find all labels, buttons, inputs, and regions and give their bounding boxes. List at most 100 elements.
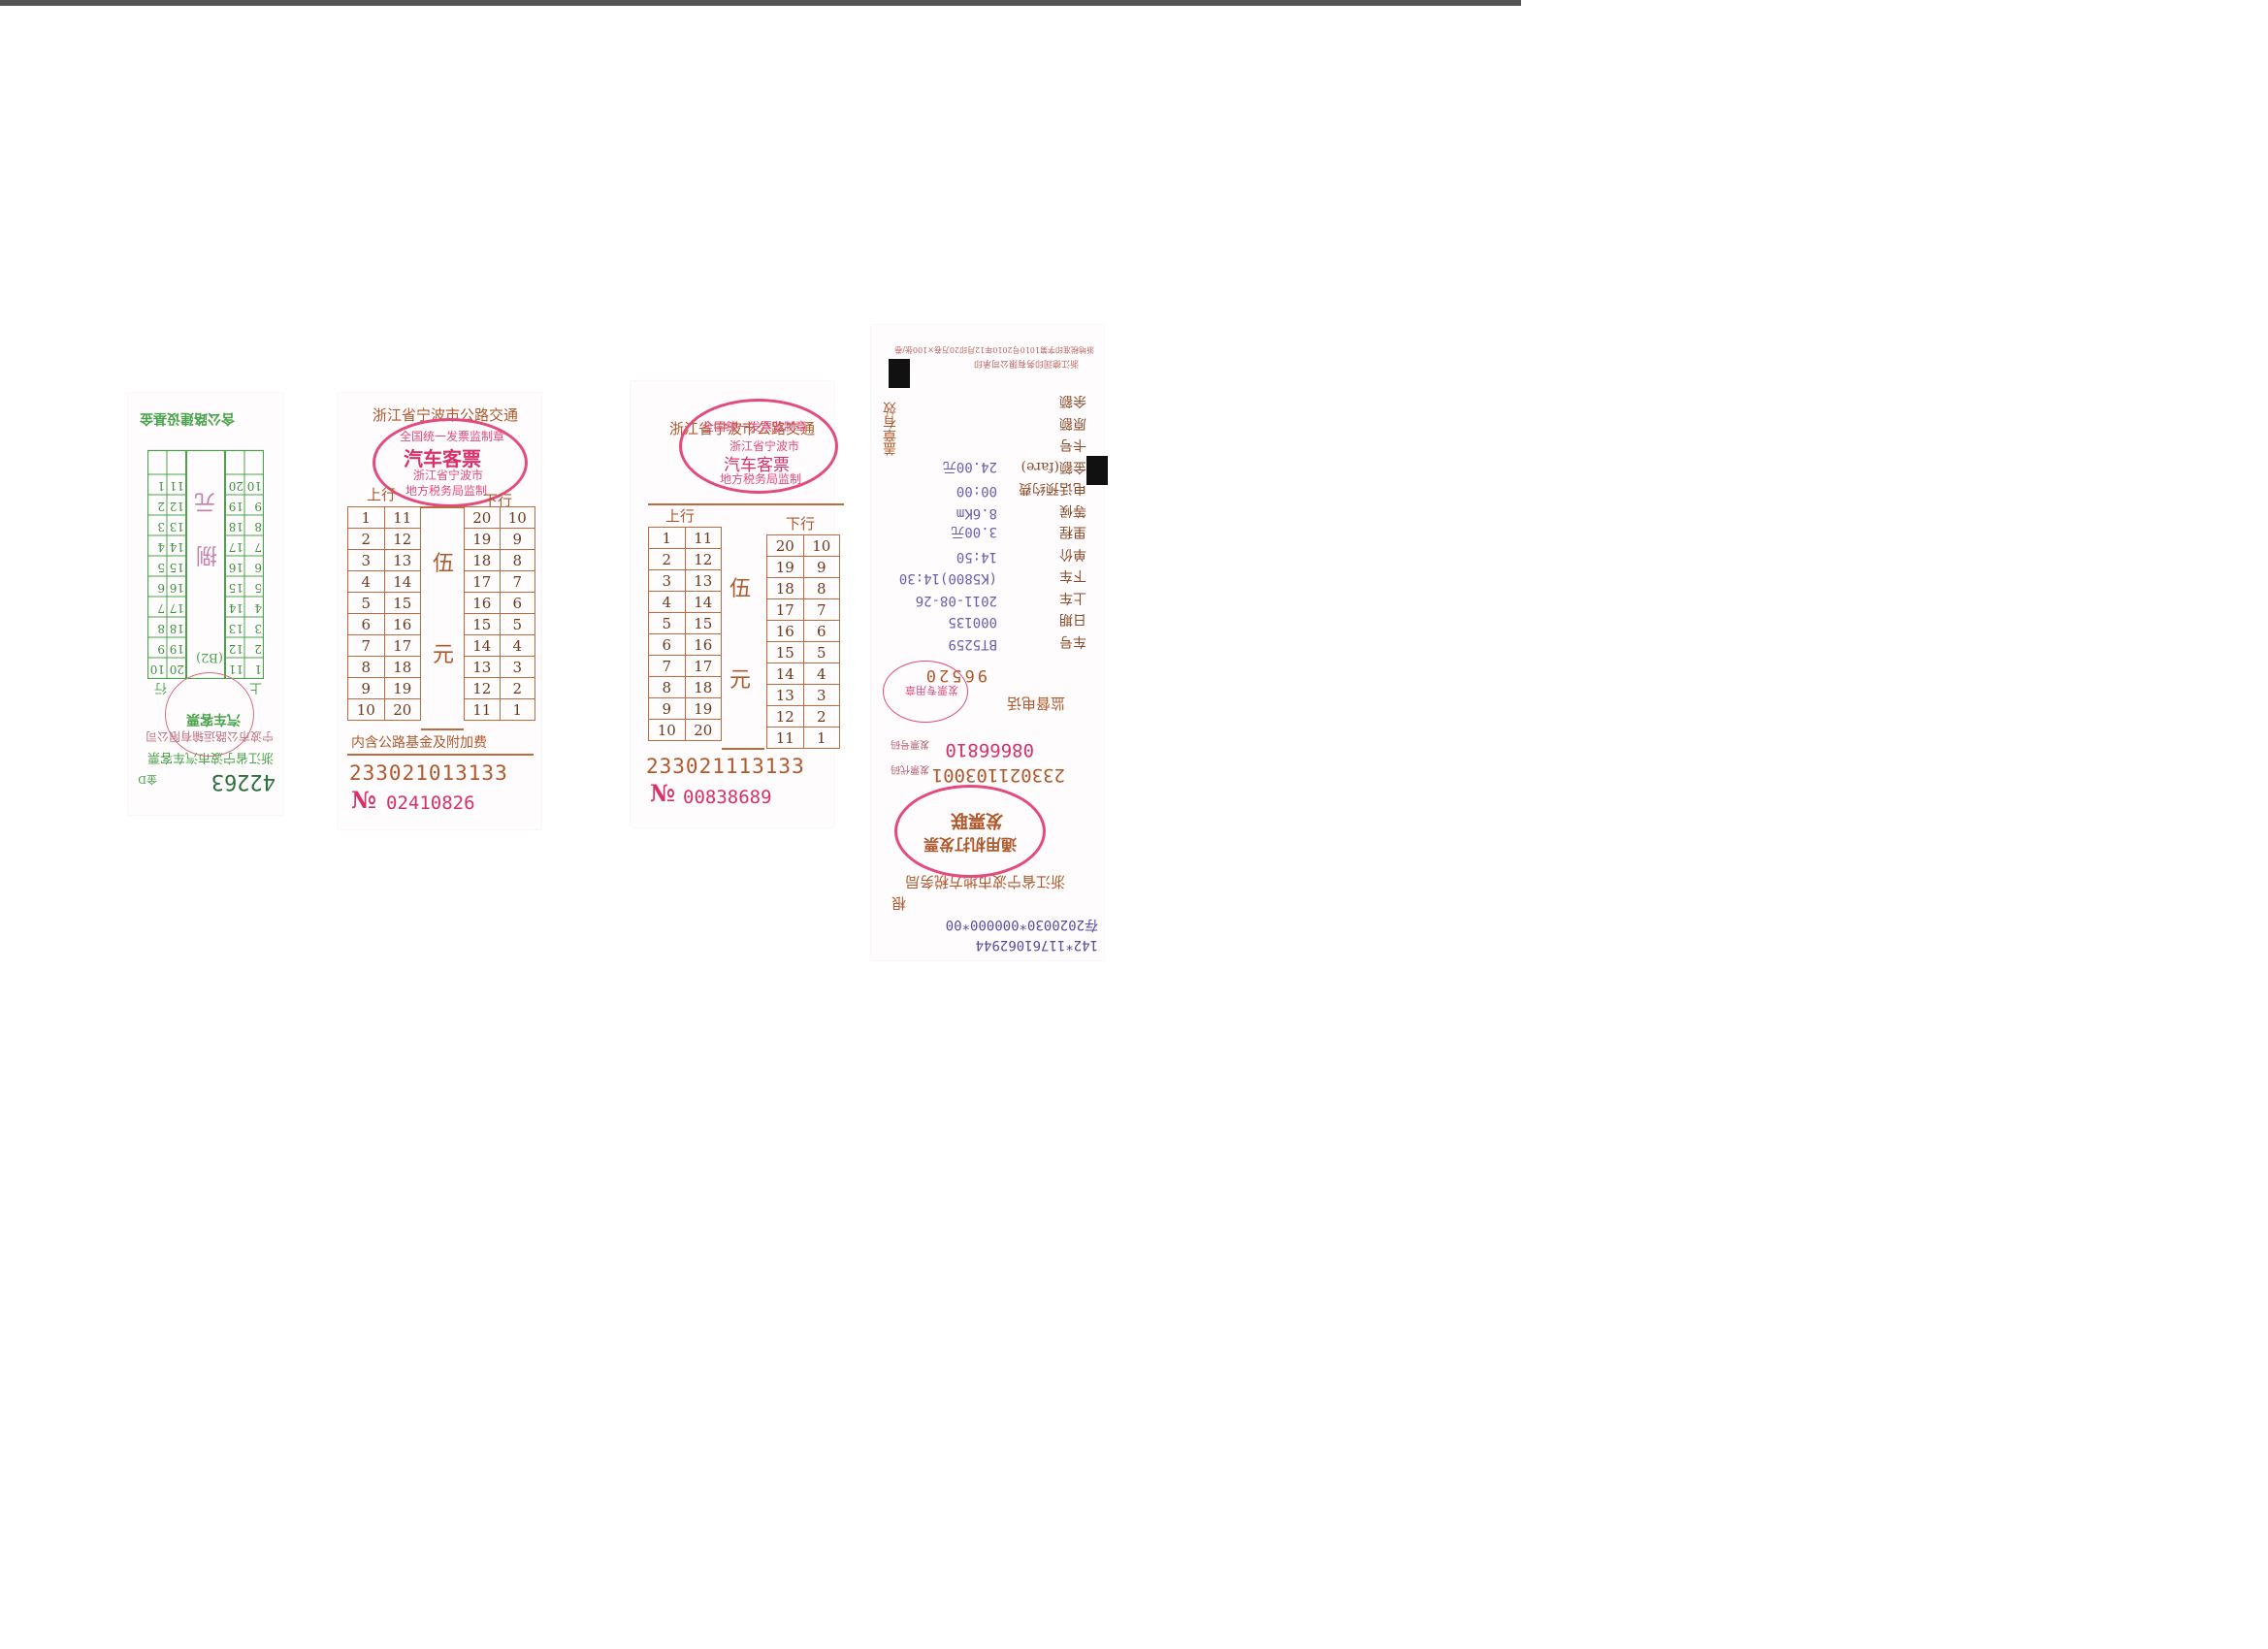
grid-cell: 17	[383, 634, 421, 657]
ticket1-cell: 7	[254, 540, 262, 554]
grid-row: 9 19	[648, 697, 722, 720]
ticket1-cell: 9	[254, 500, 262, 513]
grid-row: 111	[766, 727, 840, 749]
ticket3-label-up: 上行	[665, 507, 696, 525]
grid-cell: 14	[684, 591, 722, 613]
grid-cell: 13	[766, 684, 804, 706]
ticket2-label-up: 上行	[367, 486, 397, 503]
scan-top-edge	[0, 0, 1521, 6]
grid-row: 111	[347, 506, 421, 529]
ticket1-cell: 17	[228, 540, 243, 554]
grid-cell: 6	[499, 592, 535, 614]
receipt-row-value: 00:00	[956, 483, 997, 500]
ticket1-cell: 12	[169, 500, 184, 513]
grid-cell: 11	[684, 527, 722, 549]
receipt-row-label: 上车	[1059, 590, 1086, 605]
grid-cell: 18	[684, 676, 722, 698]
grid-row: 10 20	[648, 719, 722, 741]
grid-cell: 1	[648, 527, 686, 549]
grid-row: 14 4	[464, 634, 535, 657]
receipt-row-label: 等候	[1059, 502, 1086, 518]
grid-cell: 19	[383, 677, 421, 699]
grid-row: 16 6	[464, 592, 535, 614]
receipt-stamp-sub: 发票联	[951, 810, 1003, 830]
ticket3-stamp-bottom: 地方税务局监制	[720, 472, 802, 486]
ticket2-stamp-mid: 浙江省宁波市	[413, 469, 484, 482]
ticket1-serial: 42263	[211, 769, 275, 793]
ticket2-amount-1: 伍	[433, 552, 455, 576]
ticket1-cell: 5	[157, 561, 165, 574]
grid-cell: 2	[648, 548, 686, 570]
grid-row: 3 13	[347, 549, 421, 571]
grid-row: 12 2	[464, 677, 535, 699]
grid-cell: 3	[499, 656, 535, 678]
grid-cell: 10	[802, 534, 840, 557]
ticket1-cell: 3	[157, 520, 165, 534]
grid-cell: 7	[499, 570, 535, 593]
grid-cell: 10	[499, 506, 535, 529]
ticket1-cell: 2	[254, 642, 262, 656]
grid-row: 18 8	[766, 577, 840, 599]
receipt-row-label: 金额(fare)	[1021, 459, 1086, 474]
ticket2-code: 233021013133	[349, 761, 508, 785]
grid-cell: 12	[766, 705, 804, 728]
ticket1-cell: 6	[254, 561, 262, 574]
grid-cell: 12	[684, 548, 722, 570]
ticket2-number: 02410826	[386, 792, 475, 814]
grid-cell: 9	[347, 677, 385, 699]
grid-cell: 18	[766, 577, 804, 599]
receipt-black-mark-side	[889, 359, 910, 388]
grid-row: 6 16	[648, 633, 722, 656]
grid-cell: 14	[464, 634, 501, 657]
grid-cell: 8	[499, 549, 535, 571]
grid-row: 7 17	[648, 655, 722, 677]
grid-cell: 5	[347, 592, 385, 614]
grid-cell: 19	[684, 697, 722, 720]
ticket1-cell: 12	[228, 642, 243, 656]
bus-ticket-green: 含公路建设基金 上 行 (B2) 1234567891011	[128, 393, 283, 815]
ticket1-cell: 20	[228, 479, 243, 493]
grid-cell: 9	[802, 556, 840, 578]
ticket1-cell: 11	[169, 479, 184, 493]
ticket1-cell: 8	[254, 520, 262, 534]
receipt-stamp-title: 通用机打发票	[923, 835, 1017, 854]
ticket1-cell: 19	[169, 642, 184, 656]
ticket2-no-mark: №	[351, 786, 377, 814]
ticket2-down-grid: 20 10 19 9 18 8 17 7 16 6 15 5 14 4 13 3 12 2 11 1	[464, 506, 535, 721]
grid-cell: 7	[648, 655, 686, 677]
receipt-row-label: 单价	[1059, 546, 1086, 562]
grid-row: 4 14	[347, 570, 421, 593]
receipt-row-value: BT5259	[948, 636, 997, 652]
grid-cell: 17	[766, 598, 804, 621]
grid-cell: 15	[464, 613, 501, 635]
grid-cell: 17	[464, 570, 501, 593]
ticket1-cell: 14	[169, 540, 184, 554]
ticket1-cell: 17	[169, 601, 184, 615]
receipt-row-value: 24.00元	[942, 459, 997, 474]
ticket3-amount-2: 元	[729, 668, 752, 693]
grid-row: 2 12	[347, 528, 421, 550]
bus-ticket-02410826: 浙江省宁波市公路交通 全国统一发票监制章 汽车客票 浙江省宁波市 地方税务局监制…	[338, 393, 541, 829]
grid-row: 20 10	[464, 506, 535, 529]
receipt-row-label: 下车	[1059, 567, 1086, 584]
grid-cell: 15	[766, 641, 804, 663]
receipt-invoice-number: 08666810	[945, 739, 1034, 760]
grid-cell: 20	[464, 506, 501, 529]
ticket1-cell: 16	[228, 561, 243, 574]
grid-cell: 8	[347, 656, 385, 678]
grid-row: 5 15	[648, 612, 722, 634]
grid-row: 5 15	[347, 592, 421, 614]
grid-cell: 5	[648, 612, 686, 634]
ticket1-cell: 4	[157, 540, 165, 554]
ticket1-cell: 18	[228, 520, 243, 534]
grid-cell: 1	[347, 506, 385, 529]
ticket2-up-grid: 1 11 2 12 3 13 4 14 5 15 6 16 7 17 8 18 9 19 10 20	[347, 506, 421, 721]
grid-cell: 16	[766, 620, 804, 642]
receipt-row-value: (K5800)14:30	[898, 570, 997, 587]
grid-row: 17 7	[464, 570, 535, 593]
ticket1-amount-char-2: 捌	[195, 542, 217, 566]
ticket1-cell: 4	[254, 601, 262, 615]
ticket1-title: 汽车客票	[186, 711, 241, 727]
grid-cell: 3	[347, 549, 385, 571]
ticket2-amount-2: 元	[433, 643, 455, 667]
